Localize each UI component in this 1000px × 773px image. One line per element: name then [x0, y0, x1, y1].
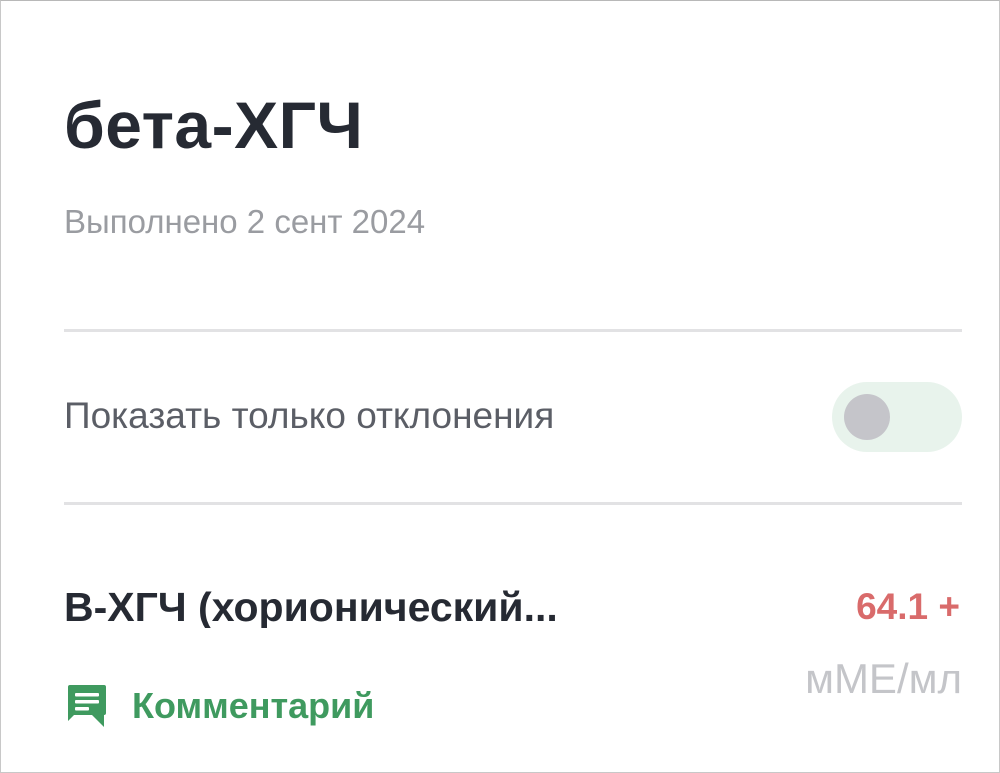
toggle-knob — [844, 394, 890, 440]
page-title: бета-ХГЧ — [64, 88, 364, 162]
completion-date: Выполнено 2 сент 2024 — [64, 203, 426, 240]
comment-button[interactable]: Комментарий — [64, 683, 374, 729]
comment-icon — [68, 685, 106, 727]
result-unit: мМЕ/мл — [805, 655, 962, 702]
abnormal-only-toggle[interactable] — [832, 382, 962, 452]
comment-label: Комментарий — [132, 685, 375, 726]
result-name[interactable]: B-ХГЧ (хорионический... — [64, 587, 684, 628]
abnormal-only-label: Показать только отклонения — [64, 395, 555, 436]
divider-top — [64, 329, 962, 332]
divider-bottom — [64, 502, 962, 505]
result-value: 64.1 + — [856, 586, 960, 627]
